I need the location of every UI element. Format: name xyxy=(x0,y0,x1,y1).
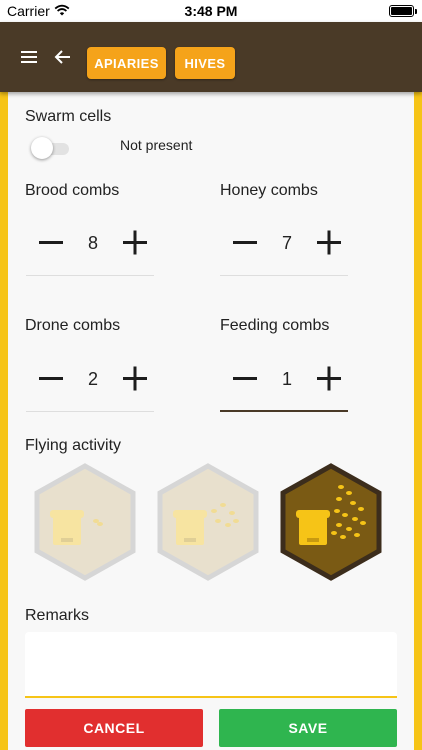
drone-combs-value: 2 xyxy=(87,369,98,389)
flying-activity-low-option[interactable] xyxy=(33,463,137,581)
swarm-cells-toggle[interactable] xyxy=(31,137,71,159)
beehive-icon xyxy=(173,510,207,545)
cancel-button[interactable]: CANCEL xyxy=(25,709,203,747)
brood-combs-value: 8 xyxy=(87,233,98,253)
beehive-icon xyxy=(50,510,84,545)
minus-icon[interactable] xyxy=(36,228,66,258)
feeding-combs-value: 1 xyxy=(281,369,292,389)
tab-apiaries[interactable]: APIARIES xyxy=(87,47,166,79)
brood-combs-label: Brood combs xyxy=(25,182,120,199)
feeding-combs-stepper: 1 xyxy=(220,364,348,434)
status-bar: Carrier 3:48 PM xyxy=(0,0,422,22)
status-time: 3:48 PM xyxy=(184,3,238,19)
swarm-cells-status: Not present xyxy=(120,137,193,153)
flying-activity-label: Flying activity xyxy=(25,437,122,454)
save-button[interactable]: SAVE xyxy=(219,709,397,747)
tab-hives[interactable]: HIVES xyxy=(175,47,235,79)
minus-icon[interactable] xyxy=(36,364,66,394)
swarm-cells-label: Swarm cells xyxy=(25,108,112,125)
brood-combs-stepper: 8 xyxy=(26,228,154,298)
honey-combs-stepper: 7 xyxy=(220,228,348,298)
feeding-combs-label: Feeding combs xyxy=(220,317,330,334)
drone-combs-label: Drone combs xyxy=(25,317,121,334)
remarks-label: Remarks xyxy=(25,607,90,624)
remarks-input[interactable] xyxy=(25,632,397,698)
beehive-icon xyxy=(296,510,330,545)
flying-activity-medium-option[interactable] xyxy=(156,463,260,581)
app-bar: APIARIES HIVES xyxy=(0,22,422,92)
back-arrow-icon[interactable] xyxy=(52,46,74,68)
battery-icon xyxy=(389,5,417,17)
honey-combs-value: 7 xyxy=(281,233,292,253)
honey-combs-label: Honey combs xyxy=(220,182,318,199)
flying-activity-high-option[interactable] xyxy=(279,463,383,581)
plus-icon[interactable] xyxy=(120,364,150,394)
minus-icon[interactable] xyxy=(230,364,260,394)
plus-icon[interactable] xyxy=(314,228,344,258)
menu-icon[interactable] xyxy=(19,48,39,66)
minus-icon[interactable] xyxy=(230,228,260,258)
plus-icon[interactable] xyxy=(314,364,344,394)
drone-combs-stepper: 2 xyxy=(26,364,154,434)
plus-icon[interactable] xyxy=(120,228,150,258)
